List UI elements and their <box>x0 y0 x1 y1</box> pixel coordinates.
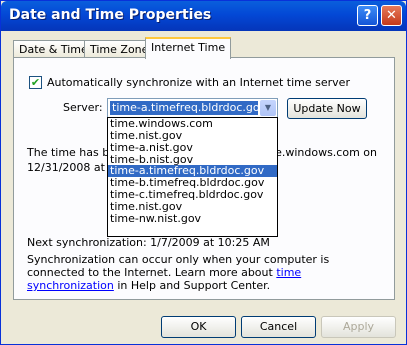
server-combobox[interactable]: time-a.timefreq.bldrdoc.gov ▼ <box>107 98 278 118</box>
title-bar[interactable]: Date and Time Properties ? ✕ <box>1 1 406 31</box>
ok-button[interactable]: OK <box>161 316 236 338</box>
sync-note: Synchronization can occur only when your… <box>27 253 330 292</box>
apply-button[interactable]: Apply <box>321 316 396 338</box>
server-dropdown-list[interactable]: time.windows.com time.nist.gov time-a.nist… <box>107 117 278 237</box>
tab-date-time[interactable]: Date & Time <box>13 40 94 58</box>
next-synchronization-text: Next synchronization: 1/7/2009 at 10:25 … <box>27 236 270 249</box>
tab-internet-time[interactable]: Internet Time <box>145 37 232 59</box>
cancel-button[interactable]: Cancel <box>241 316 316 338</box>
dropdown-option[interactable]: time-nw.nist.gov <box>108 212 277 225</box>
dropdown-option[interactable]: time.nist.gov <box>108 129 277 142</box>
tab-time-zone[interactable]: Time Zone <box>84 40 155 58</box>
sync-checkbox[interactable]: ✔ <box>29 76 42 89</box>
sync-checkbox-label: Automatically synchronize with an Intern… <box>47 76 350 89</box>
help-button[interactable]: ? <box>357 5 378 26</box>
close-button[interactable]: ✕ <box>381 5 402 26</box>
date-time-properties-window: Date and Time Properties ? ✕ Date & Time… <box>0 0 407 345</box>
window-title: Date and Time Properties <box>9 7 212 23</box>
dropdown-option[interactable]: time.nist.gov <box>108 201 277 213</box>
update-now-button[interactable]: Update Now <box>287 98 367 119</box>
dropdown-option[interactable]: time-a.nist.gov <box>108 141 277 154</box>
sync-checkbox-row[interactable]: ✔ Automatically synchronize with an Inte… <box>29 76 350 89</box>
server-selected-value: time-a.timefreq.bldrdoc.gov <box>110 101 258 115</box>
server-label: Server: <box>63 101 103 114</box>
chevron-down-icon[interactable]: ▼ <box>260 100 276 116</box>
